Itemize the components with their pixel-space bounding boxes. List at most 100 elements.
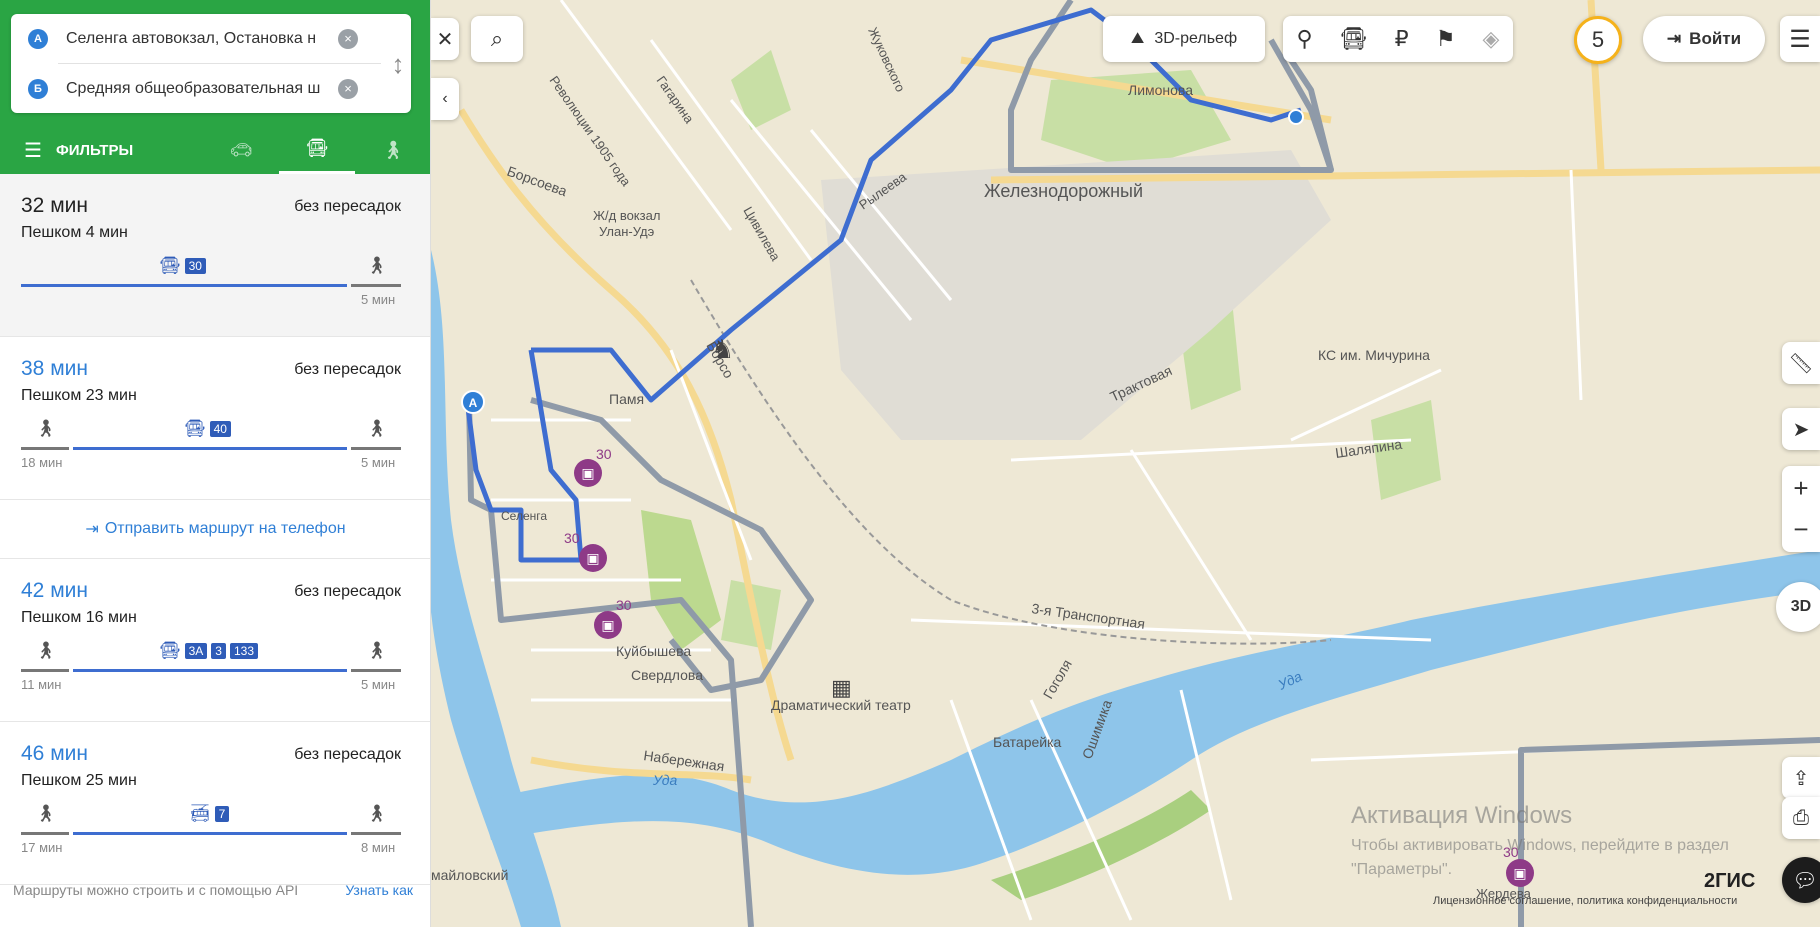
label-park: КС им. Мичурина — [1318, 347, 1430, 363]
filters-label: ФИЛЬТРЫ — [55, 141, 134, 159]
walk-start-duration: 17 мин — [21, 840, 63, 855]
tab-car[interactable]: 🚗︎ — [203, 126, 279, 174]
walk-icon: 🚶︎ — [35, 419, 57, 438]
close-icon[interactable]: ✕ — [431, 18, 459, 60]
route-walk-time: Пешком 4 мин — [21, 224, 128, 241]
label-stop: Селенга — [501, 509, 547, 523]
walk-end-label: 🚶︎ — [366, 641, 388, 661]
walk-icon: 🚶︎ — [366, 256, 388, 275]
point-a-map-label: A — [469, 396, 478, 410]
clear-a-icon[interactable]: × — [338, 28, 358, 49]
atm-icon[interactable]: ₽ — [1395, 26, 1409, 52]
route-header: A Селенга автовокзал, Остановка н × Б Ср… — [0, 0, 430, 174]
route-option-3[interactable]: 42 мин без пересадок Пешком 16 мин 🚶︎ 🚍︎… — [0, 559, 430, 722]
ruler-icon[interactable]: 📏︎ — [1782, 342, 1820, 384]
bus-segment-label: 🚍︎ 30 — [159, 256, 206, 276]
walk-end-label: 🚶︎ — [366, 804, 388, 824]
relief-3d-button[interactable]: ⛰ 3D-рельеф — [1103, 16, 1265, 62]
relief-icon: ⛰ — [1130, 30, 1145, 47]
walk-end-label: 🚶︎ — [366, 256, 388, 276]
zoom-out-icon[interactable]: − — [1793, 514, 1808, 545]
route-transfers: без пересадок — [294, 583, 401, 600]
route-option-4[interactable]: 46 мин без пересадок Пешком 25 мин 🚶︎ 🚎︎… — [0, 722, 430, 885]
chat-icon[interactable]: 💬︎ — [1782, 857, 1820, 903]
bus-icon: 🚍︎ — [159, 256, 181, 275]
point-a-marker: A — [28, 28, 48, 49]
label-district: Железнодорожный — [984, 181, 1143, 201]
map-view[interactable]: ▣ ▣ ▣ ▣ A Железнодорожный Лимонова Ж/д вокз… — [431, 0, 1820, 927]
stop-route-number: 30 — [616, 597, 632, 613]
route-list: 32 мин без пересадок Пешком 4 мин 🚍︎ 30 🚶… — [0, 174, 430, 885]
login-label: Войти — [1689, 29, 1742, 48]
attractions-icon[interactable]: ⚲ — [1297, 26, 1313, 52]
route-transfers: без пересадок — [294, 361, 401, 378]
api-link[interactable]: Узнать как — [345, 882, 413, 898]
layers-icon[interactable]: ◈ — [1483, 26, 1500, 52]
stop-route-number: 30 — [564, 530, 580, 546]
login-button[interactable]: ⇥ Войти — [1643, 16, 1765, 62]
walk-start-label: 🚶︎ — [35, 419, 57, 439]
label-street: Лимонова — [1128, 82, 1193, 98]
compass-3d-button[interactable]: 3D — [1776, 582, 1820, 632]
map-canvas[interactable]: ▣ ▣ ▣ ▣ A Железнодорожный Лимонова Ж/д вокз… — [431, 0, 1820, 927]
geolocation-icon[interactable]: ➤ — [1782, 408, 1820, 450]
label-station: Улан-Удэ — [599, 224, 655, 239]
send-to-phone-button[interactable]: ⇥ Отправить маршрут на телефон — [0, 500, 430, 559]
transport-layer-icon[interactable]: 🚍︎ — [1340, 26, 1368, 52]
route-walk-time: Пешком 25 мин — [21, 772, 137, 789]
svg-text:▣: ▣ — [581, 465, 594, 481]
route-timeline: 🚍︎ 30 🚶︎ 5 мин — [21, 246, 401, 307]
walk-segment — [351, 669, 401, 672]
walk-start-label: 🚶︎ — [35, 641, 57, 661]
point-a-row[interactable]: A Селенга автовокзал, Остановка н × — [11, 14, 381, 63]
point-b-row[interactable]: Б Средняя общеобразовательная ш × — [11, 64, 381, 113]
share-icon[interactable]: ⇪ — [1782, 757, 1820, 799]
trolleybus-icon: 🚎︎ — [189, 804, 211, 823]
route-number: 3 — [211, 643, 226, 659]
walk-segment — [351, 447, 401, 450]
collapse-panel-icon[interactable]: ‹ — [431, 78, 459, 120]
point-a-input[interactable]: Селенга автовокзал, Остановка н — [66, 30, 330, 48]
trolley-segment — [73, 832, 347, 835]
tab-walk[interactable]: 🚶︎ — [355, 126, 430, 174]
walk-segment — [351, 832, 401, 835]
route-walk-time: Пешком 23 мин — [21, 387, 137, 404]
point-b-input[interactable]: Средняя общеобразовательная ш — [66, 80, 330, 98]
walk-end-duration: 5 мин — [361, 455, 396, 470]
login-icon: ⇥ — [1666, 29, 1682, 48]
route-panel: A Селенга автовокзал, Остановка н × Б Ср… — [0, 0, 431, 927]
route-endpoint-marker[interactable] — [1288, 109, 1304, 125]
label-station: Ж/д вокзал — [593, 208, 660, 223]
route-transfers: без пересадок — [294, 746, 401, 763]
search-icon[interactable]: ⌕ — [471, 16, 523, 62]
label-street: Батарейка — [993, 734, 1062, 750]
clear-b-icon[interactable]: × — [338, 78, 358, 99]
tab-filters[interactable]: ☰ ФИЛЬТРЫ — [0, 126, 203, 174]
walk-segment — [21, 447, 69, 450]
legal-link[interactable]: Лицензионное соглашение, политика конфид… — [1433, 895, 1737, 907]
tab-public-transport[interactable]: 🚍︎ — [279, 126, 356, 174]
svg-text:▣: ▣ — [586, 550, 599, 566]
walk-segment — [351, 284, 401, 287]
swap-points-icon[interactable]: ↕ — [386, 46, 410, 82]
label-river: Уда — [652, 772, 678, 788]
stop-route-number: 30 — [1503, 844, 1519, 860]
bus-icon: 🚍︎ — [184, 419, 206, 438]
api-footer: Маршруты можно строить и с помощью API У… — [13, 882, 413, 898]
route-points-box: A Селенга автовокзал, Остановка н × Б Ср… — [11, 14, 411, 113]
zoom-in-icon[interactable]: + — [1793, 473, 1808, 504]
route-option-1[interactable]: 32 мин без пересадок Пешком 4 мин 🚍︎ 30 🚶… — [0, 174, 430, 337]
print-icon[interactable]: ⎙ — [1782, 797, 1820, 839]
signpost-icon[interactable]: ⚑ — [1436, 26, 1456, 52]
svg-text:▣: ▣ — [1513, 865, 1526, 881]
send-label: Отправить маршрут на телефон — [104, 520, 346, 537]
route-number: 3А — [184, 643, 208, 659]
theatre-icon: ▦ — [831, 675, 852, 700]
menu-icon[interactable]: ☰ — [1780, 16, 1820, 62]
relief-label: 3D-рельеф — [1154, 30, 1238, 47]
route-time: 38 мин — [21, 357, 88, 380]
route-option-2[interactable]: 38 мин без пересадок Пешком 23 мин 🚶︎ 🚍︎… — [0, 337, 430, 500]
monument-icon: ♞ — [711, 334, 734, 364]
notifications-badge[interactable]: 5 — [1574, 16, 1622, 64]
bus-icon: 🚍︎ — [305, 138, 329, 158]
